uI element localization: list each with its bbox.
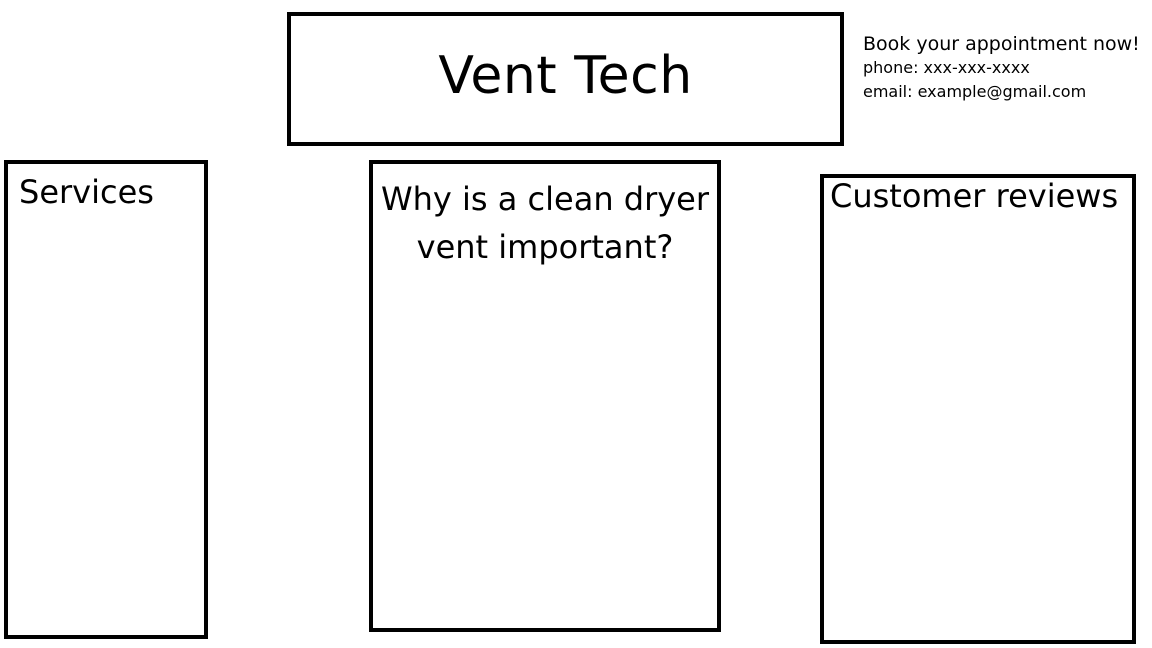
customer-reviews-heading: Customer reviews: [830, 177, 1119, 215]
customer-reviews-panel: Customer reviews: [820, 174, 1136, 644]
site-title: Vent Tech: [438, 46, 693, 106]
services-heading: Services: [19, 173, 154, 211]
why-clean-panel: Why is a clean dryer vent important?: [369, 160, 721, 632]
booking-call-to-action[interactable]: Book your appointment now!: [863, 32, 1148, 56]
services-panel: Services: [4, 160, 208, 639]
contact-phone[interactable]: phone: xxx-xxx-xxxx: [863, 56, 1148, 80]
contact-info: Book your appointment now! phone: xxx-xx…: [863, 32, 1148, 104]
contact-email[interactable]: email: example@gmail.com: [863, 80, 1148, 104]
why-clean-heading: Why is a clean dryer vent important?: [380, 180, 710, 266]
site-header-box: Vent Tech: [287, 12, 844, 146]
